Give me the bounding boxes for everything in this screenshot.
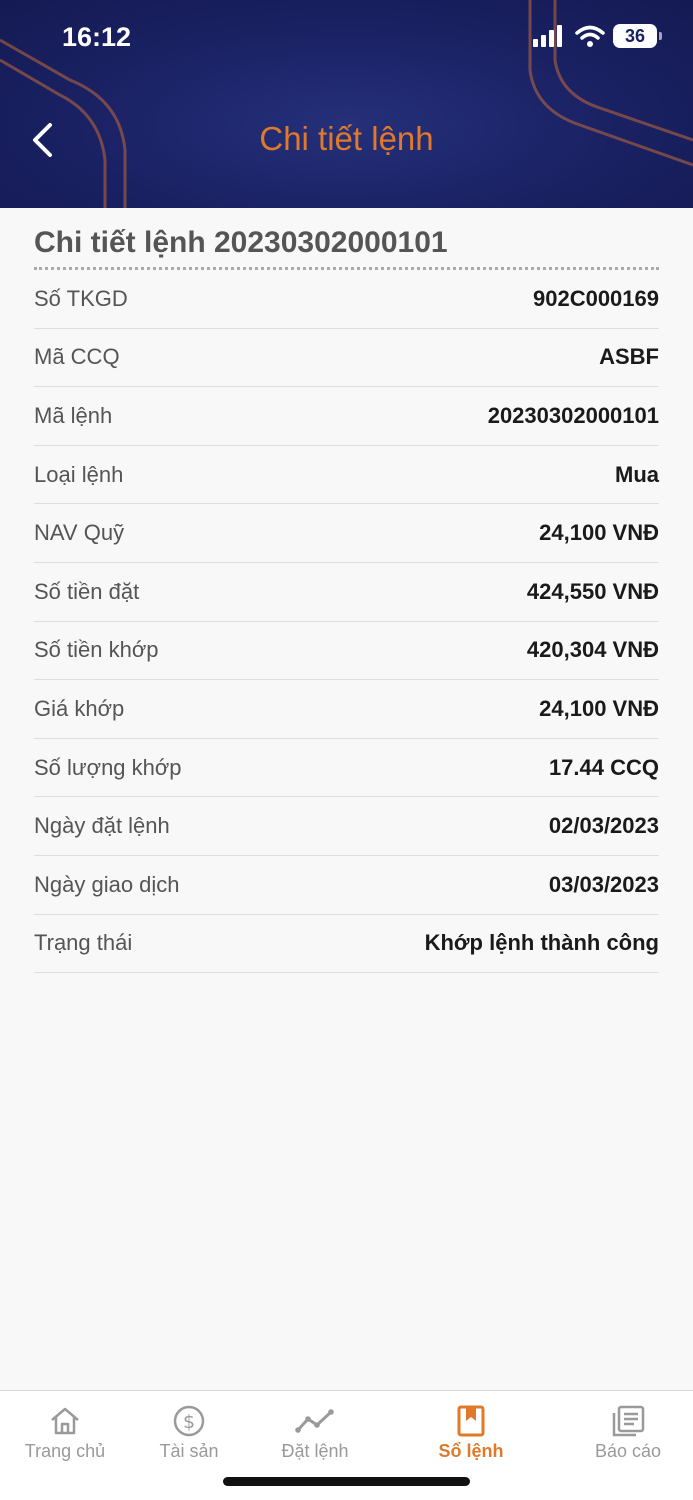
section-title: Chi tiết lệnh 20230302000101: [34, 208, 659, 270]
detail-value: 17.44 CCQ: [548, 754, 659, 780]
tab-reports[interactable]: Báo cáo: [568, 1405, 688, 1462]
detail-value: 424,550 VNĐ: [526, 578, 659, 604]
tab-label: Báo cáo: [594, 1441, 662, 1461]
bookmark-book-icon: [457, 1405, 485, 1437]
detail-row: Ngày giao dịch 03/03/2023: [34, 856, 659, 915]
detail-row: NAV Quỹ 24,100 VNĐ: [34, 504, 659, 563]
detail-row: Ngày đặt lệnh 02/03/2023: [34, 797, 659, 856]
dollar-icon: $: [173, 1405, 205, 1437]
home-icon: [51, 1407, 79, 1435]
detail-value: 902C000169: [532, 285, 659, 311]
detail-value: 03/03/2023: [548, 871, 659, 897]
detail-row: Số lượng khớp 17.44 CCQ: [34, 739, 659, 798]
detail-label: Giá khớp: [34, 695, 125, 721]
detail-label: Trạng thái: [34, 930, 133, 956]
detail-value: Khớp lệnh thành công: [424, 930, 659, 956]
signal-icon: [533, 25, 562, 47]
detail-list: Số TKGD 902C000169 Mã CCQ ASBF Mã lệnh 202303…: [34, 270, 659, 974]
detail-row: Trạng thái Khớp lệnh thành công: [34, 915, 659, 974]
status-icons: 36: [533, 24, 662, 48]
detail-label: Số TKGD: [34, 285, 128, 311]
tab-home[interactable]: Trang chủ: [5, 1405, 125, 1462]
wifi-icon: [575, 25, 605, 47]
tab-label: Trang chủ: [24, 1441, 106, 1461]
detail-value: Mua: [615, 461, 659, 487]
tab-label: Sổ lệnh: [438, 1441, 504, 1461]
home-indicator: [223, 1477, 470, 1486]
page-title: Chi tiết lệnh: [259, 120, 434, 157]
report-icon: [612, 1405, 645, 1437]
tab-place-order[interactable]: Đặt lệnh: [255, 1405, 375, 1462]
detail-row: Mã CCQ ASBF: [34, 329, 659, 388]
detail-value: 02/03/2023: [548, 813, 659, 839]
status-time: 16:12: [62, 22, 132, 52]
tab-order-book[interactable]: Sổ lệnh: [411, 1405, 531, 1462]
detail-label: Mã CCQ: [34, 344, 120, 370]
detail-label: Mã lệnh: [34, 402, 113, 428]
detail-value: 24,100 VNĐ: [539, 520, 659, 546]
battery-indicator: 36: [613, 24, 662, 48]
detail-label: Số tiền khớp: [34, 637, 159, 663]
detail-label: Số tiền đặt: [34, 578, 140, 604]
detail-label: Số lượng khớp: [34, 754, 182, 780]
detail-label: Ngày giao dịch: [34, 871, 180, 897]
chart-line-icon: [295, 1409, 334, 1433]
tab-label: Tài sản: [159, 1441, 219, 1461]
detail-label: NAV Quỹ: [34, 520, 125, 546]
svg-text:$: $: [183, 1411, 195, 1433]
detail-row: Loại lệnh Mua: [34, 446, 659, 505]
detail-row: Số TKGD 902C000169: [34, 270, 659, 329]
detail-row: Số tiền khớp 420,304 VNĐ: [34, 622, 659, 681]
tab-label: Đặt lệnh: [281, 1441, 349, 1461]
order-detail-panel: Chi tiết lệnh 20230302000101 Số TKGD 902C…: [34, 208, 659, 974]
detail-value: ASBF: [599, 344, 659, 370]
detail-label: Ngày đặt lệnh: [34, 813, 170, 839]
detail-label: Loại lệnh: [34, 461, 124, 487]
detail-row: Số tiền đặt 424,550 VNĐ: [34, 563, 659, 622]
tab-assets[interactable]: $ Tài sản: [129, 1405, 249, 1462]
app-header: 16:12 36 Chi tiết lệnh: [0, 0, 693, 208]
detail-value: 420,304 VNĐ: [526, 637, 659, 663]
detail-row: Giá khớp 24,100 VNĐ: [34, 680, 659, 739]
detail-row: Mã lệnh 20230302000101: [34, 387, 659, 446]
detail-value: 24,100 VNĐ: [539, 695, 659, 721]
detail-value: 20230302000101: [487, 402, 659, 428]
